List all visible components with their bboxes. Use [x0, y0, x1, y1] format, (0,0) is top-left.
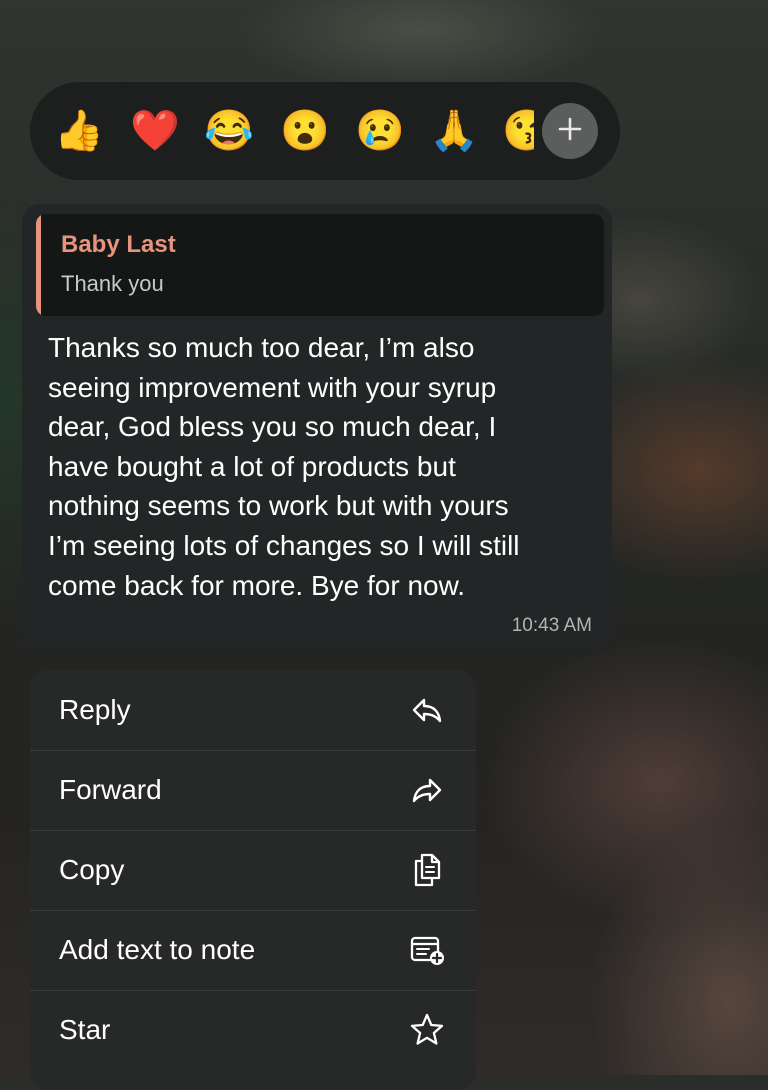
menu-item-label: Star: [59, 1014, 111, 1045]
folded-hands-icon[interactable]: 🙏: [427, 104, 481, 158]
quoted-message[interactable]: Baby Last Thank you: [36, 214, 604, 316]
message-body: Thanks so much too dear, I’m also seeing…: [48, 332, 520, 601]
heart-icon[interactable]: ❤️: [128, 104, 182, 158]
plus-icon: [557, 116, 583, 147]
quote-accent-bar: [36, 214, 41, 316]
menu-item-label: Add text to note: [59, 934, 256, 965]
surprised-face-icon[interactable]: 😮: [278, 104, 332, 158]
menu-item-label: Copy: [59, 854, 125, 885]
menu-item-add-to-note[interactable]: Add text to note: [30, 910, 476, 990]
crying-face-icon[interactable]: 😢: [353, 104, 407, 158]
reply-icon: [408, 691, 446, 729]
menu-item-copy[interactable]: Copy: [30, 830, 476, 910]
copy-icon: [408, 851, 446, 889]
message-context-menu: Reply Forward Copy Add text to note Star: [30, 670, 476, 1090]
star-icon: [408, 1011, 446, 1049]
message-timestamp: 10:43 AM: [511, 615, 592, 636]
menu-item-forward[interactable]: Forward: [30, 750, 476, 830]
reaction-picker: 👍 ❤️ 😂 😮 😢 🙏 😘: [30, 82, 620, 180]
menu-item-label: Reply: [59, 694, 131, 725]
add-note-icon: [408, 931, 446, 969]
menu-item-star[interactable]: Star: [30, 990, 476, 1070]
quote-author: Baby Last: [61, 231, 176, 258]
forward-icon: [408, 771, 446, 809]
menu-item-reply[interactable]: Reply: [30, 670, 476, 750]
tears-of-joy-icon[interactable]: 😂: [202, 104, 256, 158]
quote-text: Thank you: [61, 271, 164, 296]
kiss-face-icon[interactable]: 😘: [502, 104, 534, 158]
more-reactions-button[interactable]: [542, 103, 598, 159]
menu-item-label: Forward: [59, 774, 162, 805]
thumbs-up-icon[interactable]: 👍: [52, 104, 106, 158]
